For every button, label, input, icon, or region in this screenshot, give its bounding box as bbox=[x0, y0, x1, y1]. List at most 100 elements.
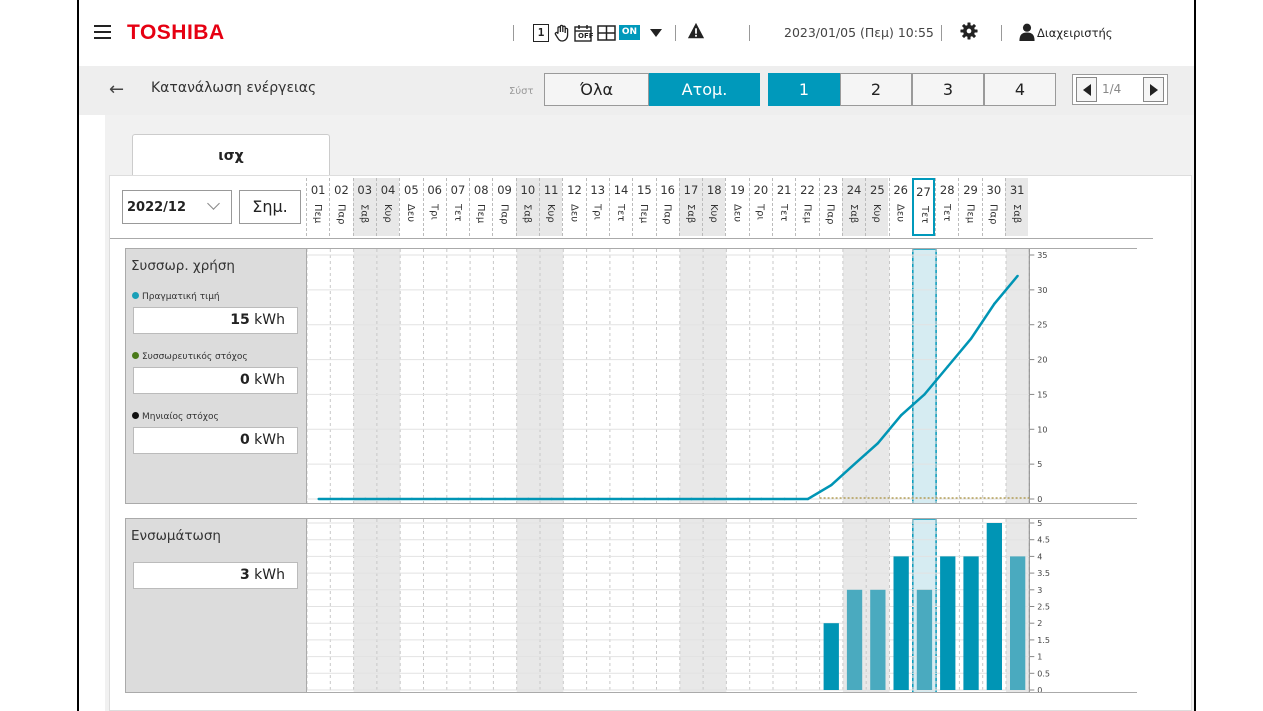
tab-power[interactable]: ισχ bbox=[132, 134, 330, 176]
chevron-down-icon[interactable] bbox=[650, 29, 662, 37]
day-cell-12[interactable]: 12 Δευ bbox=[562, 178, 585, 236]
day-cell-13[interactable]: 13 Τρι bbox=[585, 178, 609, 236]
menu-icon[interactable] bbox=[94, 25, 111, 40]
day-weekday: Δευ bbox=[894, 204, 906, 223]
schedule-number-icon[interactable]: 1 bbox=[533, 24, 549, 42]
bar-day-28 bbox=[940, 556, 956, 690]
selected-day-highlight bbox=[912, 249, 937, 503]
cumulative-title: Συσσωρ. χρήση bbox=[131, 258, 235, 274]
page-button-3[interactable]: 3 bbox=[912, 73, 984, 106]
day-number: 27 bbox=[916, 185, 931, 199]
day-cell-20[interactable]: 20 Τρι bbox=[748, 178, 772, 236]
y-tick-label: 35 bbox=[1037, 251, 1047, 260]
day-weekday: Πεμ bbox=[801, 204, 813, 224]
day-cell-09[interactable]: 09 Παρ bbox=[492, 178, 515, 236]
cum-target-dot-icon bbox=[132, 352, 139, 359]
day-number: 05 bbox=[404, 183, 419, 197]
separator bbox=[941, 25, 942, 41]
day-cell-17[interactable]: 17 Σαβ bbox=[678, 178, 703, 236]
day-cell-26[interactable]: 26 Δευ bbox=[888, 178, 912, 236]
day-number: 08 bbox=[473, 183, 489, 197]
user-icon[interactable] bbox=[1019, 23, 1035, 41]
day-weekday: Κυρ bbox=[708, 204, 720, 223]
monthly-target-dot-icon bbox=[132, 412, 139, 419]
system-label: Σύστ bbox=[509, 86, 534, 97]
day-number: 29 bbox=[963, 183, 978, 197]
y-tick-label: 25 bbox=[1037, 321, 1047, 330]
chevron-left-icon bbox=[1083, 84, 1091, 96]
data-point bbox=[666, 497, 670, 501]
day-cell-05[interactable]: 05 Δευ bbox=[399, 178, 422, 236]
day-cell-22[interactable]: 22 Πεμ bbox=[795, 178, 818, 236]
data-point bbox=[364, 497, 367, 501]
data-point bbox=[830, 483, 833, 487]
day-cell-02[interactable]: 02 Παρ bbox=[329, 178, 352, 236]
day-cell-30[interactable]: 30 Παρ bbox=[981, 178, 1005, 236]
day-weekday: Τρι bbox=[428, 204, 440, 220]
day-cell-24[interactable]: 24 Σαβ bbox=[841, 178, 866, 236]
program-icon[interactable] bbox=[597, 24, 616, 42]
day-number: 04 bbox=[380, 183, 396, 197]
day-cell-03[interactable]: 03 Σαβ bbox=[352, 178, 376, 236]
page-button-2[interactable]: 2 bbox=[840, 73, 912, 106]
day-cell-01[interactable]: 01 Πεμ bbox=[306, 178, 329, 236]
all-toggle-button[interactable]: Όλα bbox=[544, 73, 649, 106]
back-arrow-icon[interactable]: ← bbox=[109, 79, 124, 100]
page-button-4[interactable]: 4 bbox=[984, 73, 1056, 106]
y-tick-label: 30 bbox=[1037, 286, 1047, 295]
day-cell-29[interactable]: 29 Πεμ bbox=[958, 178, 981, 236]
day-weekday: Παρ bbox=[335, 204, 347, 225]
on-badge[interactable]: ON bbox=[619, 25, 640, 40]
day-cell-10[interactable]: 10 Σαβ bbox=[515, 178, 539, 236]
day-cell-15[interactable]: 15 Πεμ bbox=[632, 178, 655, 236]
manual-hand-icon[interactable] bbox=[553, 24, 571, 42]
y-tick-label: 5 bbox=[1037, 519, 1042, 528]
day-cell-11[interactable]: 11 Κυρ bbox=[539, 178, 563, 236]
day-cell-21[interactable]: 21 Τετ bbox=[772, 178, 795, 236]
day-strip: 01 Πεμ 02 Παρ 03 Σαβ 04 Κυρ 05 Δευ 06 Τρι 07 Τετ 08 Πεμ… bbox=[306, 178, 1152, 238]
day-cell-14[interactable]: 14 Τετ bbox=[608, 178, 632, 236]
weekend-shade bbox=[516, 249, 540, 503]
day-cell-07[interactable]: 07 Τετ bbox=[445, 178, 469, 236]
day-number: 22 bbox=[800, 183, 815, 197]
gear-icon[interactable] bbox=[959, 22, 979, 40]
individual-toggle-button[interactable]: Ατομ. bbox=[649, 73, 760, 106]
warning-icon[interactable] bbox=[686, 22, 706, 40]
day-weekday: Σαβ bbox=[684, 204, 696, 224]
day-cell-23[interactable]: 23 Παρ bbox=[818, 178, 842, 236]
chevron-down-icon bbox=[207, 197, 220, 210]
day-weekday: Τετ bbox=[614, 204, 626, 222]
day-cell-31[interactable]: 31 Σαβ bbox=[1005, 178, 1029, 236]
bar-day-27 bbox=[916, 589, 933, 690]
day-cell-18[interactable]: 18 Κυρ bbox=[702, 178, 726, 236]
mark-button[interactable]: Σημ. bbox=[239, 190, 301, 224]
day-weekday: Τετ bbox=[451, 204, 463, 222]
integration-value-box: 3 kWh bbox=[133, 562, 298, 589]
separator bbox=[1001, 25, 1002, 41]
next-page-button[interactable] bbox=[1143, 77, 1164, 102]
data-point bbox=[340, 497, 344, 501]
integration-title: Ενσωμάτωση bbox=[131, 528, 221, 544]
day-cell-19[interactable]: 19 Δευ bbox=[725, 178, 748, 236]
content-area: ισχ 2022/12 Σημ. 01 Πεμ 02 Παρ 03 Σαβ 04 Κυρ 05 Δ… bbox=[105, 115, 1194, 711]
username[interactable]: Διαχειριστής bbox=[1037, 26, 1113, 40]
day-weekday: Παρ bbox=[987, 204, 999, 225]
day-cell-27[interactable]: 27 Τετ bbox=[911, 178, 936, 236]
y-tick-label: 5 bbox=[1037, 460, 1042, 469]
data-point bbox=[969, 337, 973, 340]
day-cell-04[interactable]: 04 Κυρ bbox=[375, 178, 400, 236]
day-cell-08[interactable]: 08 Πεμ bbox=[469, 178, 492, 236]
page-button-1[interactable]: 1 bbox=[768, 73, 840, 106]
data-point bbox=[760, 497, 763, 501]
day-cell-28[interactable]: 28 Τετ bbox=[935, 178, 958, 236]
day-cell-16[interactable]: 16 Παρ bbox=[655, 178, 679, 236]
day-cell-06[interactable]: 06 Τρι bbox=[422, 178, 446, 236]
top-bar: TOSHIBA 1 OFF ON 2023/01/05 (Πεμ) 10:55 bbox=[79, 0, 1194, 66]
prev-page-button[interactable] bbox=[1076, 77, 1097, 102]
day-cell-25[interactable]: 25 Κυρ bbox=[865, 178, 889, 236]
day-number: 02 bbox=[334, 183, 349, 197]
day-number: 28 bbox=[939, 183, 955, 197]
day-number: 31 bbox=[1009, 183, 1025, 197]
y-tick-label: 1.5 bbox=[1037, 636, 1050, 645]
month-select[interactable]: 2022/12 bbox=[122, 190, 232, 224]
